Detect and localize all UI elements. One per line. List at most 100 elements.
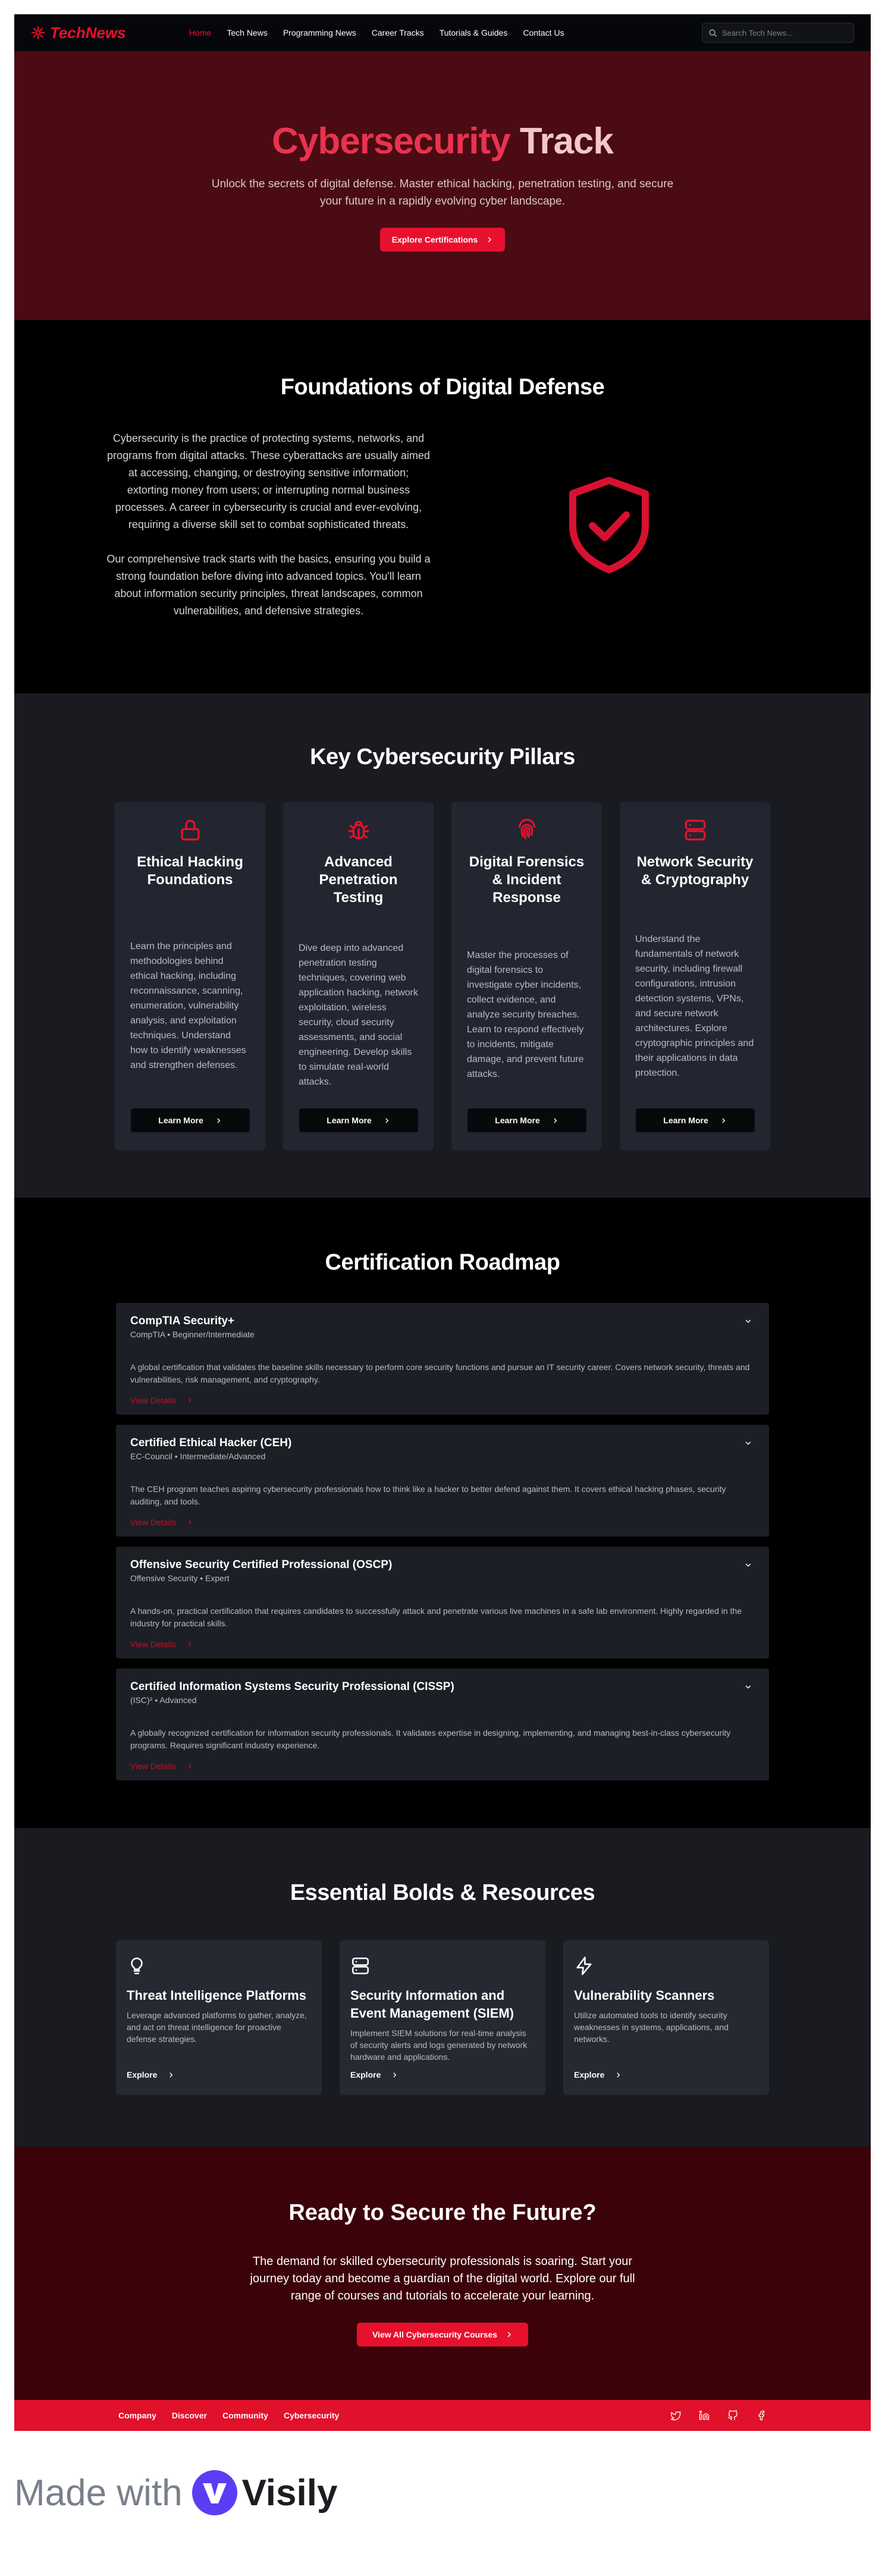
chevron-down-icon[interactable] <box>744 1439 752 1447</box>
chevron-right-icon <box>554 1118 557 1123</box>
chevron-right-icon <box>393 2072 397 2077</box>
foundations-paragraph-1: Cybersecurity is the practice of protect… <box>107 432 430 530</box>
facebook-icon[interactable] <box>756 2410 767 2421</box>
view-details-link[interactable]: View Details <box>130 1518 193 1527</box>
nav-links: Home Tech News Programming News Career T… <box>189 28 702 37</box>
certification-meta: Offensive Security • Expert <box>130 1573 230 1583</box>
accordion-item[interactable]: Certified Ethical Hacker (CEH) EC-Counci… <box>116 1425 769 1537</box>
pillar-text: Understand the fundamentals of network s… <box>635 934 754 1078</box>
chevron-right-icon <box>188 1520 192 1525</box>
chevron-right-icon <box>488 237 492 243</box>
roadmap-section: Certification Roadmap CompTIA Security+ … <box>14 1198 871 1828</box>
chevron-down-icon[interactable] <box>744 1317 752 1325</box>
server-icon <box>685 819 705 841</box>
nav-link-career-tracks[interactable]: Career Tracks <box>372 28 424 37</box>
explore-certifications-button[interactable]: Explore Certifications <box>379 228 506 252</box>
made-with-label: Made with <box>14 2472 183 2514</box>
view-details-label: View Details <box>130 1396 176 1405</box>
search-box[interactable] <box>702 23 854 43</box>
learn-more-label: Learn More <box>495 1116 540 1125</box>
foundations-paragraph-2: Our comprehensive track starts with the … <box>106 553 431 617</box>
pillar-card: Advanced Penetration Testing Dive deep i… <box>283 802 434 1150</box>
logo-text: TechNews <box>50 23 126 42</box>
nav-link-tech-news[interactable]: Tech News <box>227 28 267 37</box>
nav-link-programming-news[interactable]: Programming News <box>283 28 356 37</box>
certification-description: A hands-on, practical certification that… <box>130 1606 742 1628</box>
chevron-down-icon[interactable] <box>744 1561 752 1569</box>
footer-link-cybersecurity[interactable]: Cybersecurity <box>284 2411 339 2420</box>
nav-link-tutorials[interactable]: Tutorials & Guides <box>440 28 508 37</box>
chevron-down-icon[interactable] <box>744 1683 752 1691</box>
certification-description: The CEH program teaches aspiring cyberse… <box>130 1484 726 1506</box>
explore-label: Explore <box>574 2070 605 2079</box>
learn-more-button[interactable]: Learn More <box>130 1108 250 1132</box>
top-nav: TechNews Home Tech News Programming News… <box>14 14 871 51</box>
explore-label: Explore <box>350 2070 381 2079</box>
learn-more-button[interactable]: Learn More <box>467 1108 586 1132</box>
chevron-right-icon <box>385 1118 389 1123</box>
github-icon[interactable] <box>727 2410 738 2421</box>
shield-check-icon <box>569 476 649 573</box>
pillar-title: Ethical Hacking Foundations <box>137 854 243 888</box>
explore-certifications-label: Explore Certifications <box>391 235 478 244</box>
search-icon <box>709 29 717 37</box>
explore-link[interactable]: Explore <box>350 2070 535 2079</box>
page: TechNews Home Tech News Programming News… <box>14 14 871 2431</box>
tool-text: Utilize automated tools to identify secu… <box>574 2010 729 2044</box>
tool-text: Implement SIEM solutions for real-time a… <box>350 2028 528 2062</box>
search-input[interactable] <box>722 28 841 37</box>
footer-link-company[interactable]: Company <box>118 2411 156 2420</box>
view-details-link[interactable]: View Details <box>130 1396 193 1405</box>
lock-icon <box>180 819 200 841</box>
twitter-icon[interactable] <box>670 2410 681 2421</box>
certification-title: CompTIA Security+ <box>130 1315 235 1327</box>
nav-link-home[interactable]: Home <box>189 28 211 37</box>
certification-meta: EC-Council • Intermediate/Advanced <box>130 1452 266 1461</box>
tools-section: Essential Bolds & Resources Threat Intel… <box>14 1828 871 2147</box>
logo[interactable]: TechNews <box>31 24 168 42</box>
foundations-title: Foundations of Digital Defense <box>280 375 605 400</box>
tool-card: Vulnerability Scanners Utilize automated… <box>563 1940 769 2095</box>
pillar-title: Advanced Penetration Testing <box>319 854 398 906</box>
visily-logo-icon <box>192 2470 237 2515</box>
tools-title: Essential Bolds & Resources <box>290 1880 595 1905</box>
accordion-item[interactable]: Offensive Security Certified Professiona… <box>116 1547 769 1658</box>
certification-title: Certified Ethical Hacker (CEH) <box>130 1437 292 1449</box>
pillars-grid: Ethical Hacking Foundations Learn the pr… <box>14 802 871 1150</box>
pillar-title: Network Security & Cryptography <box>636 854 754 888</box>
tool-card: Threat Intelligence Platforms Leverage a… <box>116 1940 322 2095</box>
view-details-link[interactable]: View Details <box>130 1761 193 1771</box>
tool-text: Leverage advanced platforms to gather, a… <box>127 2010 307 2044</box>
accordion-item[interactable]: CompTIA Security+ CompTIA • Beginner/Int… <box>116 1303 769 1415</box>
chevron-right-icon <box>617 2072 620 2077</box>
chevron-right-icon <box>188 1642 192 1647</box>
learn-more-button[interactable]: Learn More <box>299 1108 418 1132</box>
social-links <box>670 2410 767 2421</box>
visily-logo: Visily <box>191 2469 337 2517</box>
tool-card: Security Information and Event Managemen… <box>340 1940 545 2095</box>
view-details-label: View Details <box>130 1761 176 1771</box>
nav-link-contact[interactable]: Contact Us <box>523 28 564 37</box>
cta-section: Ready to Secure the Future? The demand f… <box>14 2147 871 2400</box>
view-all-courses-button[interactable]: View All Cybersecurity Courses <box>356 2323 529 2346</box>
view-details-link[interactable]: View Details <box>130 1639 193 1649</box>
learn-more-button[interactable]: Learn More <box>635 1108 755 1132</box>
pillar-card: Network Security & Cryptography Understa… <box>620 802 770 1150</box>
roadmap-title: Certification Roadmap <box>325 1250 560 1275</box>
explore-link[interactable]: Explore <box>574 2070 758 2079</box>
footer-link-discover[interactable]: Discover <box>172 2411 207 2420</box>
pillar-card: Ethical Hacking Foundations Learn the pr… <box>115 802 265 1150</box>
certification-accordion: CompTIA Security+ CompTIA • Beginner/Int… <box>116 1303 769 1780</box>
explore-link[interactable]: Explore <box>127 2070 311 2079</box>
pillar-title: Digital Forensics & Incident Response <box>469 854 585 906</box>
chevron-right-icon <box>170 2072 173 2077</box>
tool-title: Threat Intelligence Platforms <box>127 1988 306 2003</box>
server-icon <box>352 1957 369 1975</box>
explore-label: Explore <box>127 2070 158 2079</box>
certification-meta: (ISC)² • Advanced <box>130 1695 197 1705</box>
accordion-item[interactable]: Certified Information Systems Security P… <box>116 1669 769 1780</box>
linkedin-icon[interactable] <box>699 2410 710 2421</box>
hero-title-part1: Cybersecurity <box>272 121 511 162</box>
pillars-title: Key Cybersecurity Pillars <box>310 744 575 769</box>
footer-link-community[interactable]: Community <box>222 2411 268 2420</box>
